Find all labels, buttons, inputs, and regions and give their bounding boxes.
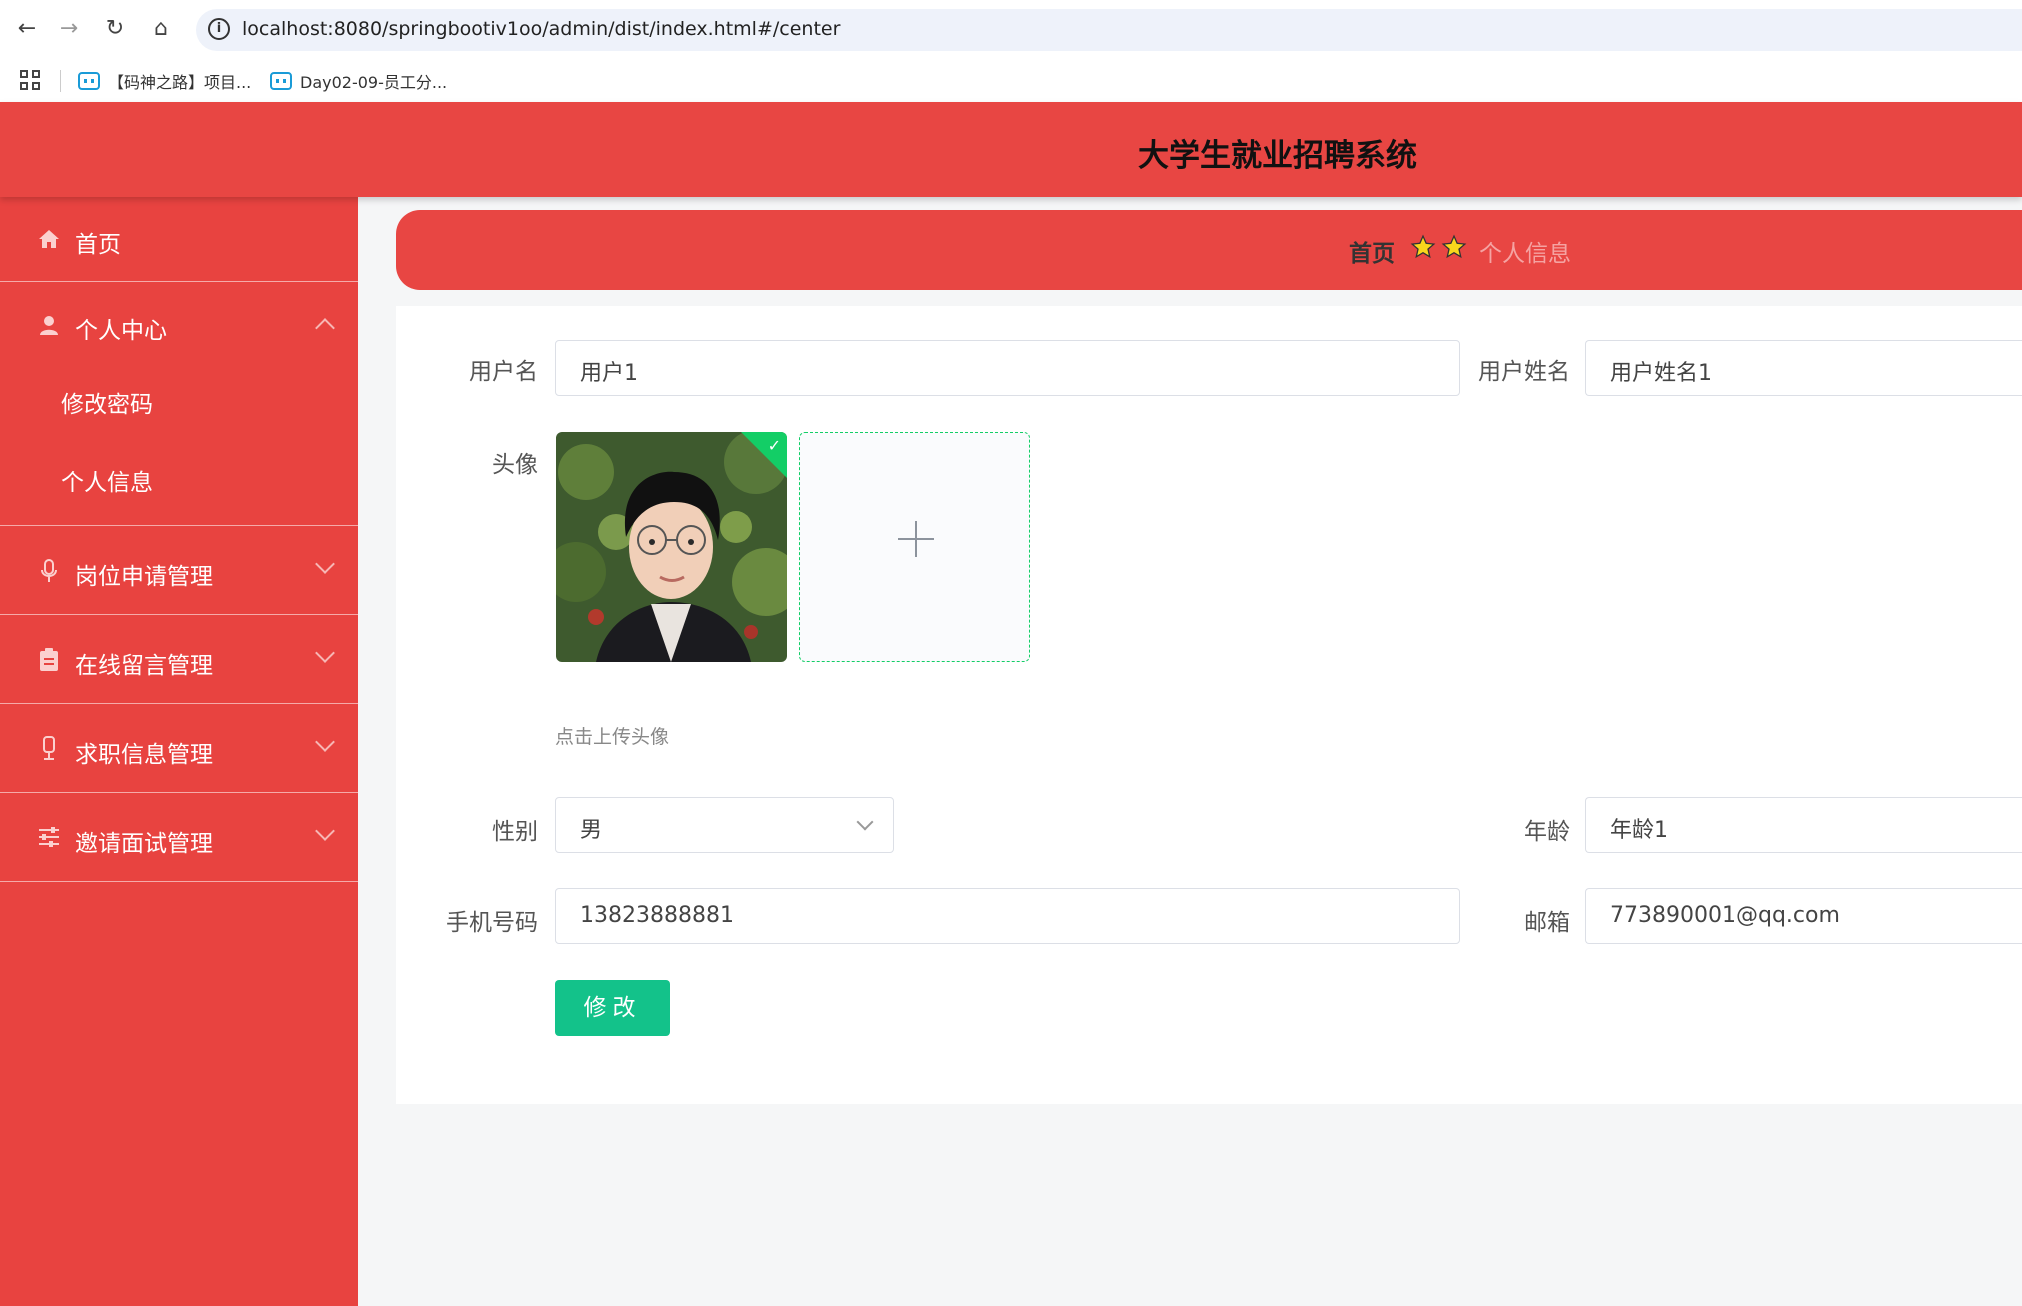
sidebar-subitem-label: 修改密码 — [61, 392, 153, 418]
phone-label: 手机号码 — [446, 910, 538, 936]
age-input[interactable]: 年龄1 — [1585, 797, 2022, 853]
email-value: 773890001@qq.com — [1610, 903, 1840, 928]
forward-icon[interactable]: → — [54, 14, 84, 44]
microphone-icon — [36, 558, 62, 584]
sidebar-item-label: 邀请面试管理 — [75, 831, 213, 857]
bilibili-icon — [78, 72, 100, 90]
bookmark-separator — [60, 70, 61, 92]
check-icon: ✓ — [767, 436, 781, 455]
phone-input[interactable]: 13823888881 — [555, 888, 1460, 944]
username-label: 用户名 — [469, 359, 538, 385]
email-label: 邮箱 — [1524, 910, 1570, 936]
sidebar-item-label: 在线留言管理 — [75, 653, 213, 679]
avatar-label: 头像 — [492, 452, 538, 478]
app-header: 大学生就业招聘系统 — [0, 102, 2022, 197]
chevron-down-icon[interactable] — [315, 821, 335, 841]
sidebar-subitem-change-password[interactable]: 修改密码 — [0, 361, 358, 439]
sidebar-item-label: 岗位申请管理 — [75, 564, 213, 590]
sidebar-subitem-personal-info[interactable]: 个人信息 — [0, 439, 358, 517]
bookmark-item[interactable]: 【码神之路】项目... — [78, 68, 251, 94]
realname-input[interactable]: 用户姓名1 — [1585, 340, 2022, 396]
sidebar-item-message[interactable]: 在线留言管理 — [0, 616, 358, 704]
mic-stand-icon — [36, 736, 62, 762]
reload-icon[interactable]: ↻ — [100, 14, 130, 44]
home-icon — [36, 227, 62, 253]
star-icon — [1410, 234, 1436, 259]
url-text[interactable]: localhost:8080/springbootiv1oo/admin/dis… — [242, 18, 840, 40]
clipboard-icon — [36, 647, 62, 673]
breadcrumb-current: 个人信息 — [1479, 241, 1571, 267]
breadcrumb: 首页 个人信息 — [396, 210, 2022, 290]
age-label: 年龄 — [1524, 819, 1570, 845]
sidebar-item-personal-center[interactable]: 个人中心 修改密码 个人信息 — [0, 283, 358, 526]
sidebar-item-interview[interactable]: 邀请面试管理 — [0, 794, 358, 882]
sidebar-item-home[interactable]: 首页 — [0, 197, 358, 282]
bookmark-item[interactable]: Day02-09-员工分... — [270, 68, 447, 94]
phone-value: 13823888881 — [580, 903, 734, 928]
user-icon — [36, 313, 62, 339]
sidebar-item-label: 求职信息管理 — [75, 742, 213, 768]
submit-button[interactable]: 修改 — [555, 980, 670, 1036]
breadcrumb-home[interactable]: 首页 — [1349, 234, 1395, 268]
username-value: 用户1 — [580, 361, 638, 386]
back-icon[interactable]: ← — [12, 14, 42, 44]
sidebar-item-job-seeking[interactable]: 求职信息管理 — [0, 705, 358, 793]
chevron-down-icon[interactable] — [315, 643, 335, 663]
sliders-icon — [36, 825, 62, 851]
bookmarks-bar: 【码神之路】项目... Day02-09-员工分... — [0, 60, 2022, 102]
email-input[interactable]: 773890001@qq.com — [1585, 888, 2022, 944]
username-input[interactable]: 用户1 — [555, 340, 1460, 396]
avatar-upload-button[interactable] — [799, 432, 1030, 662]
site-info-icon[interactable]: i — [208, 18, 230, 40]
sidebar-subitem-label: 个人信息 — [61, 470, 153, 496]
plus-icon — [898, 521, 934, 557]
realname-value: 用户姓名1 — [1610, 361, 1712, 386]
sidebar: 首页 个人中心 修改密码 个人信息 岗位申请管理 在线留言管理 求职信息管理 邀… — [0, 197, 358, 1306]
realname-label: 用户姓名 — [1478, 359, 1570, 385]
bookmark-label: 【码神之路】项目... — [108, 73, 252, 92]
apps-grid-icon[interactable] — [20, 70, 42, 92]
app-title: 大学生就业招聘系统 — [1138, 138, 1417, 174]
gender-value: 男 — [580, 818, 603, 843]
address-bar[interactable]: i localhost:8080/springbootiv1oo/admin/d… — [196, 9, 2022, 51]
gender-label: 性别 — [492, 819, 538, 845]
star-icon — [1441, 234, 1467, 259]
chevron-down-icon — [856, 813, 874, 831]
upload-hint: 点击上传头像 — [555, 726, 670, 748]
home-browser-icon[interactable]: ⌂ — [146, 14, 176, 44]
sidebar-item-job-application[interactable]: 岗位申请管理 — [0, 527, 358, 615]
chevron-down-icon[interactable] — [315, 732, 335, 752]
sidebar-item-label: 个人中心 — [75, 318, 167, 344]
bookmark-label: Day02-09-员工分... — [300, 73, 448, 92]
chevron-down-icon[interactable] — [315, 554, 335, 574]
bilibili-icon — [270, 72, 292, 90]
browser-toolbar: ← → ↻ ⌂ i localhost:8080/springbootiv1oo… — [0, 0, 2022, 60]
sidebar-item-label: 首页 — [75, 232, 121, 258]
chevron-up-icon[interactable] — [315, 318, 335, 338]
gender-select[interactable]: 男 — [555, 797, 894, 853]
age-value: 年龄1 — [1610, 818, 1668, 843]
avatar[interactable]: ✓ — [556, 432, 787, 662]
